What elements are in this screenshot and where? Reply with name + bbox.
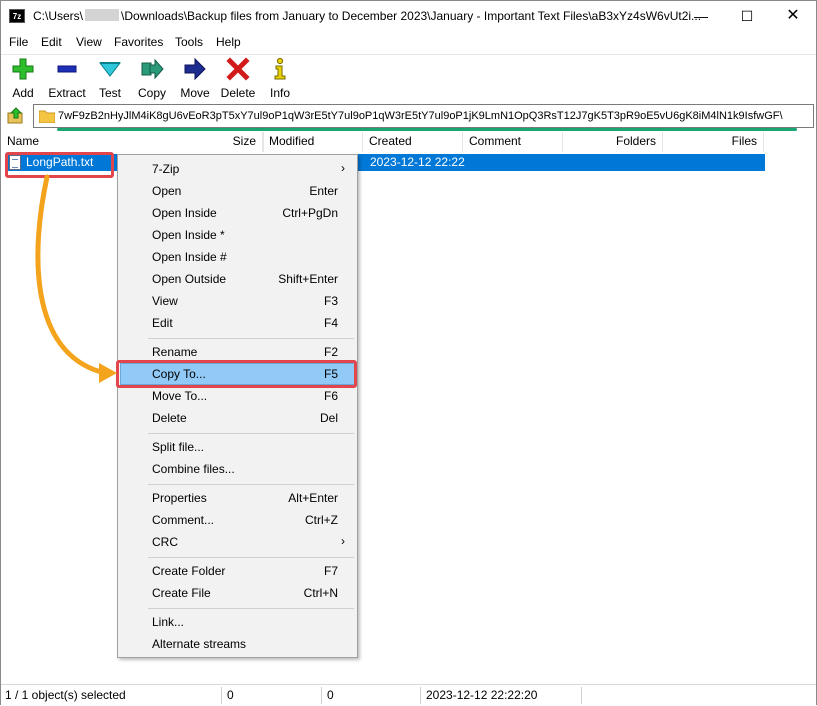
ctx-item-view[interactable]: View F3 xyxy=(120,290,355,312)
info-button[interactable]: Info xyxy=(268,57,292,100)
column-modified[interactable]: Modified xyxy=(263,132,363,152)
context-menu: 7-Zip › Open Enter Open Inside Ctrl+PgDn Op… xyxy=(117,154,358,658)
copy-label: Copy xyxy=(137,86,166,100)
ctx-item-split-file[interactable]: Split file... xyxy=(120,436,355,458)
move-button[interactable]: Move xyxy=(179,57,211,100)
menu-separator xyxy=(148,557,354,558)
folder-icon xyxy=(39,110,55,123)
extract-label: Extract xyxy=(48,86,86,100)
column-files[interactable]: Files xyxy=(663,132,764,152)
column-created[interactable]: Created xyxy=(363,132,463,152)
test-button[interactable]: Test xyxy=(96,57,124,100)
close-button[interactable]: ✕ xyxy=(770,1,816,31)
up-folder-icon[interactable] xyxy=(6,106,26,126)
menu-separator xyxy=(148,338,354,339)
title-bar[interactable]: 7z C:\Users\ \Downloads\Backup files from… xyxy=(1,1,816,31)
chevron-right-icon: › xyxy=(341,534,345,548)
menu-separator xyxy=(148,608,354,609)
ctx-item-open[interactable]: Open Enter xyxy=(120,180,355,202)
move-icon xyxy=(184,57,206,81)
7zip-app-icon: 7z xyxy=(9,9,25,23)
menu-bar: File Edit View Favorites Tools Help xyxy=(1,32,816,52)
copy-to-highlight-box xyxy=(116,360,357,388)
ctx-item-open-inside-star[interactable]: Open Inside * xyxy=(120,224,355,246)
menu-tools[interactable]: Tools xyxy=(175,35,203,49)
file-created: 2023-12-12 22:22 xyxy=(370,155,465,169)
info-label: Info xyxy=(269,86,290,100)
ctx-item-edit[interactable]: Edit F4 xyxy=(120,312,355,334)
menu-edit[interactable]: Edit xyxy=(41,35,62,49)
status-selected: 1 / 1 object(s) selected xyxy=(5,688,126,702)
status-bar: 1 / 1 object(s) selected 0 0 2023-12-12 … xyxy=(1,684,816,705)
extract-button[interactable]: Extract xyxy=(47,57,87,100)
test-icon xyxy=(98,62,122,77)
ctx-item-properties[interactable]: Properties Alt+Enter xyxy=(120,487,355,509)
ctx-item-alternate-streams[interactable]: Alternate streams xyxy=(120,633,355,655)
ctx-item-move-to[interactable]: Move To... F6 xyxy=(120,385,355,407)
chevron-right-icon: › xyxy=(341,161,345,175)
extract-icon xyxy=(57,65,77,73)
test-label: Test xyxy=(98,86,121,100)
app-window: 7z C:\Users\ \Downloads\Backup files from… xyxy=(0,0,817,705)
path-text: 7wF9zB2nHyJlM4iK8gU6vEoR3pT5xY7ul9oP1qW3… xyxy=(58,110,783,122)
add-icon xyxy=(12,58,34,80)
ctx-item-open-inside[interactable]: Open Inside Ctrl+PgDn xyxy=(120,202,355,224)
ctx-item-7zip[interactable]: 7-Zip › xyxy=(120,158,355,180)
column-size[interactable]: Size xyxy=(201,132,263,152)
minimize-button[interactable]: — xyxy=(678,1,724,31)
delete-label: Delete xyxy=(220,86,256,100)
copy-button[interactable]: Copy xyxy=(137,57,167,100)
copy-icon xyxy=(141,58,164,80)
menu-file[interactable]: File xyxy=(9,35,28,49)
file-highlight-box xyxy=(5,152,114,178)
window-title-suffix: \Downloads\Backup files from January to … xyxy=(121,9,702,23)
ctx-item-link[interactable]: Link... xyxy=(120,611,355,633)
ctx-item-open-outside[interactable]: Open Outside Shift+Enter xyxy=(120,268,355,290)
status-datetime: 2023-12-12 22:22:20 xyxy=(426,688,538,702)
path-input[interactable]: 7wF9zB2nHyJlM4iK8gU6vEoR3pT5xY7ul9oP1qW3… xyxy=(33,104,814,128)
ctx-item-delete[interactable]: Delete Del xyxy=(120,407,355,429)
redacted-username xyxy=(85,9,120,21)
menu-separator xyxy=(148,433,354,434)
status-packed-size: 0 xyxy=(327,688,334,702)
window-title-prefix: C:\Users\ xyxy=(33,9,84,23)
ctx-item-combine-files[interactable]: Combine files... xyxy=(120,458,355,480)
move-label: Move xyxy=(180,86,210,100)
path-highlight-underline xyxy=(57,128,797,131)
info-icon xyxy=(274,57,286,80)
window-title: C:\Users\ \Downloads\Backup files from Ja… xyxy=(33,9,701,23)
column-folders[interactable]: Folders xyxy=(563,132,663,152)
toolbar: Add Extract Test Copy Move Delete Info xyxy=(1,54,816,100)
column-comment[interactable]: Comment xyxy=(463,132,563,152)
ctx-item-crc[interactable]: CRC › xyxy=(120,531,355,553)
ctx-item-create-file[interactable]: Create File Ctrl+N xyxy=(120,582,355,604)
add-button[interactable]: Add xyxy=(9,57,37,100)
delete-icon xyxy=(226,57,250,81)
menu-help[interactable]: Help xyxy=(216,35,241,49)
maximize-button[interactable]: ☐ xyxy=(724,1,770,31)
ctx-item-comment[interactable]: Comment... Ctrl+Z xyxy=(120,509,355,531)
menu-favorites[interactable]: Favorites xyxy=(114,35,163,49)
add-label: Add xyxy=(12,86,34,100)
ctx-item-create-folder[interactable]: Create Folder F7 xyxy=(120,560,355,582)
menu-separator xyxy=(148,484,354,485)
address-bar: 7wF9zB2nHyJlM4iK8gU6vEoR3pT5xY7ul9oP1qW3… xyxy=(1,102,816,130)
ctx-item-open-inside-hash[interactable]: Open Inside # xyxy=(120,246,355,268)
menu-view[interactable]: View xyxy=(76,35,102,49)
status-size: 0 xyxy=(227,688,234,702)
delete-button[interactable]: Delete xyxy=(220,57,256,100)
